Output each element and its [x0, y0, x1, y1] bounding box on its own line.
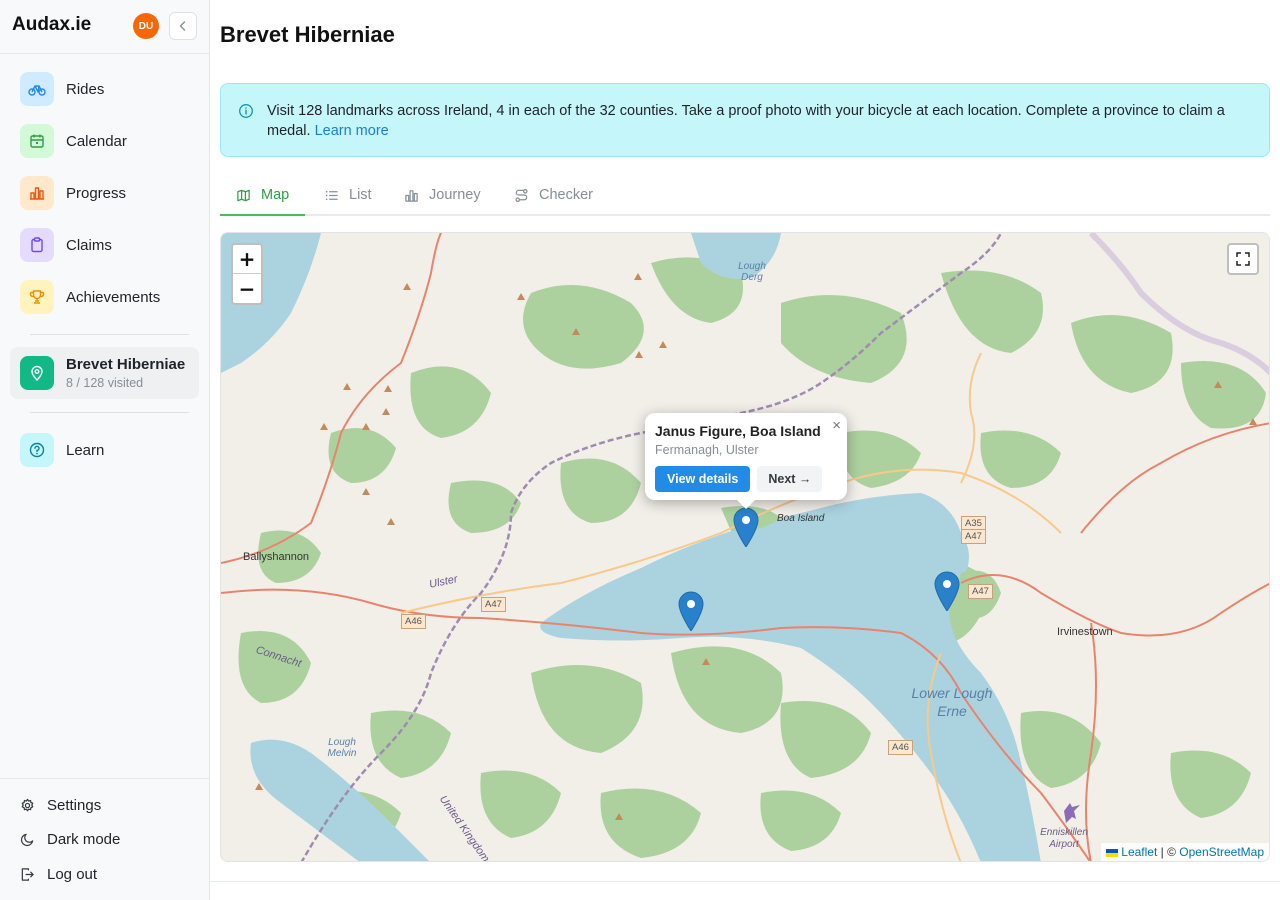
sidebar-item-label: Calendar [66, 132, 127, 150]
sidebar-item-label: Rides [66, 80, 105, 98]
map-label-enniskillen-airport: Enniskillen Airport [1040, 827, 1088, 850]
moon-icon [20, 833, 34, 847]
sidebar-nav: Rides Calendar Progress Claims Achieveme… [10, 70, 199, 330]
bike-icon [20, 72, 54, 106]
landmark-marker[interactable] [733, 507, 759, 548]
learn-more-link[interactable]: Learn more [315, 123, 389, 139]
popup-actions: View details Next → [655, 466, 837, 492]
fullscreen-icon [1236, 252, 1250, 266]
openstreetmap-link[interactable]: OpenStreetMap [1179, 845, 1264, 859]
dark-mode-label: Dark mode [47, 831, 121, 848]
sidebar-item-label: Achievements [66, 288, 161, 306]
route-icon [515, 188, 528, 202]
chart-bar-icon [405, 189, 418, 202]
landmark-map[interactable]: Lough Derg Boa Island Ballyshannon Ulste… [220, 232, 1270, 862]
clipboard-icon [20, 228, 54, 262]
sidebar-divider [30, 412, 189, 413]
logout-button[interactable]: Log out [20, 861, 120, 887]
next-landmark-button[interactable]: Next → [757, 466, 823, 492]
logout-label: Log out [47, 865, 98, 883]
gear-icon [21, 798, 34, 811]
zoom-control: + − [231, 243, 263, 305]
map-label-irvinestown: Irvinestown [1057, 626, 1113, 638]
tab-label: List [349, 187, 372, 203]
calendar-icon [20, 124, 54, 158]
map-tiles [221, 233, 1269, 861]
map-label-boa-island: Boa Island [777, 513, 825, 524]
tab-label: Checker [539, 187, 593, 203]
landmark-marker[interactable] [678, 591, 704, 632]
sidebar-item-label: Claims [66, 236, 112, 254]
chevron-left-icon [179, 21, 186, 31]
map-label-lower-lough-erne: Lower Lough Erne [911, 685, 993, 719]
road-shield-a47: A47 [481, 597, 506, 612]
tab-map[interactable]: Map [220, 176, 306, 216]
visited-count: 8 / 128 visited [66, 376, 144, 390]
fullscreen-button[interactable] [1227, 243, 1259, 275]
sidebar-item-calendar[interactable]: Calendar [10, 122, 199, 160]
sidebar-footer: Settings Dark mode Log out [20, 792, 120, 896]
list-icon [325, 190, 338, 200]
trophy-icon [20, 280, 54, 314]
sidebar-item-claims[interactable]: Claims [10, 226, 199, 264]
map-icon [237, 189, 250, 201]
sidebar-item-label: Learn [66, 441, 105, 459]
sidebar: Audax.ie DU Rides Calendar Progress Clai… [0, 0, 210, 900]
ukraine-flag-icon [1106, 848, 1119, 857]
view-tabs: Map List Journey Checker [220, 176, 1270, 216]
sidebar-item-text: Brevet Hiberniae 8 / 128 visited [66, 356, 185, 390]
info-icon [239, 104, 253, 118]
info-alert: Visit 128 landmarks across Ireland, 4 in… [220, 83, 1270, 157]
avatar[interactable]: DU [133, 13, 159, 39]
attribution-separator: | © [1157, 845, 1180, 859]
tab-journey[interactable]: Journey [388, 176, 497, 214]
tab-label: Journey [429, 187, 481, 203]
help-circle-icon [20, 433, 54, 467]
settings-button[interactable]: Settings [20, 792, 120, 818]
sidebar-item-rides[interactable]: Rides [10, 70, 199, 108]
map-label-lough-derg: Lough Derg [738, 261, 766, 283]
landmark-marker[interactable] [934, 571, 960, 612]
tab-checker[interactable]: Checker [498, 176, 609, 214]
page-title: Brevet Hiberniae [220, 22, 395, 47]
dark-mode-toggle[interactable]: Dark mode [20, 827, 120, 853]
sidebar-footer-divider [0, 778, 209, 779]
chart-bar-icon [20, 176, 54, 210]
sidebar-item-achievements[interactable]: Achievements [10, 278, 199, 316]
zoom-out-button[interactable]: − [233, 274, 261, 303]
map-label-ballyshannon: Ballyshannon [243, 551, 310, 563]
road-shield-a47: A47 [968, 584, 993, 599]
view-details-button[interactable]: View details [655, 466, 751, 492]
sidebar-item-learn[interactable]: Learn [10, 431, 199, 469]
brand-logo[interactable]: Audax.ie [12, 14, 91, 36]
sidebar-item-label: Brevet Hiberniae [66, 356, 186, 373]
map-attribution: Leaflet | © OpenStreetMap [1101, 843, 1269, 861]
settings-label: Settings [47, 796, 102, 814]
sidebar-item-label: Progress [66, 184, 127, 202]
map-label-lough-melvin: Lough Melvin [327, 737, 357, 759]
sidebar-header-divider [0, 53, 209, 54]
popup-title: Janus Figure, Boa Island [655, 423, 821, 439]
road-shield-a46: A46 [401, 614, 426, 629]
tab-list[interactable]: List [308, 176, 388, 214]
sidebar-item-progress[interactable]: Progress [10, 174, 199, 212]
landmark-popup: × Janus Figure, Boa Island Fermanagh, Ul… [645, 413, 847, 500]
popup-subtitle: Fermanagh, Ulster [655, 443, 759, 457]
sidebar-item-brevet-hiberniae[interactable]: Brevet Hiberniae 8 / 128 visited [10, 347, 199, 399]
popup-close-button[interactable]: × [832, 417, 841, 434]
logout-icon [21, 867, 34, 881]
leaflet-link[interactable]: Leaflet [1121, 845, 1157, 859]
road-shield-a47: A47 [961, 529, 986, 544]
sidebar-divider [30, 334, 189, 335]
info-text: Visit 128 landmarks across Ireland, 4 in… [267, 103, 1225, 139]
page-footer-divider [210, 881, 1280, 882]
collapse-sidebar-button[interactable] [169, 12, 197, 40]
popup-tip [736, 499, 756, 509]
road-shield-a46: A46 [888, 740, 913, 755]
zoom-in-button[interactable]: + [233, 245, 261, 274]
map-pin-icon [20, 356, 54, 390]
tab-label: Map [261, 187, 290, 203]
